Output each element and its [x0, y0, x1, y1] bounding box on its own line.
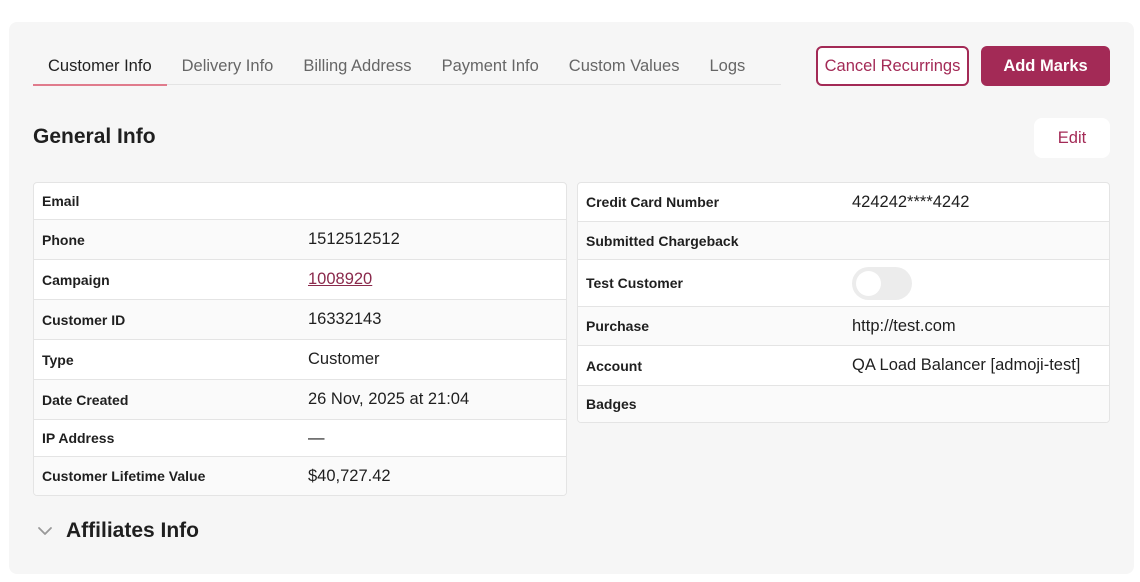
campaign-label: Campaign [42, 271, 110, 288]
phone-value: 1512512512 [308, 230, 400, 248]
info-row-phone: Phone 1512512512 [34, 220, 566, 260]
date-created-value: 26 Nov, 2025 at 21:04 [308, 390, 470, 408]
info-row-test-customer: Test Customer [578, 260, 1109, 307]
toggle-knob [856, 270, 881, 296]
tab-delivery-info[interactable]: Delivery Info [167, 42, 289, 85]
info-row-credit-card: Credit Card Number 424242****4242 [578, 183, 1109, 222]
info-row-purchase: Purchase http://test.com [578, 307, 1109, 346]
lifetime-value-value: $40,727.42 [308, 466, 391, 485]
submitted-chargeback-label: Submitted Chargeback [586, 232, 739, 249]
ip-address-value: — [308, 428, 325, 447]
add-marks-button[interactable]: Add Marks [981, 46, 1110, 86]
badges-label: Badges [586, 396, 637, 412]
chevron-down-icon [38, 527, 52, 535]
tab-customer-info[interactable]: Customer Info [33, 42, 167, 86]
general-info-title: General Info [33, 125, 156, 148]
customer-id-label: Customer ID [42, 311, 126, 328]
customer-id-value: 16332143 [308, 310, 382, 328]
info-row-lifetime-value: Customer Lifetime Value $40,727.42 [34, 457, 566, 495]
account-value: QA Load Balancer [admoji-test] [852, 356, 1081, 374]
general-info-left-table: Email Phone 1512512512 Campaign 1008920 … [33, 182, 567, 496]
affiliates-info-title: Affiliates Info [66, 519, 200, 542]
type-label: Type [42, 351, 74, 368]
phone-label: Phone [42, 231, 85, 248]
purchase-label: Purchase [586, 318, 650, 334]
type-value: Customer [308, 350, 380, 368]
test-customer-label: Test Customer [586, 275, 683, 291]
campaign-link[interactable]: 1008920 [308, 270, 372, 289]
info-row-type: Type Customer [34, 340, 566, 380]
credit-card-label: Credit Card Number [586, 194, 720, 210]
account-label: Account [586, 357, 642, 374]
tab-custom-values[interactable]: Custom Values [554, 42, 695, 85]
tab-billing-address[interactable]: Billing Address [288, 42, 426, 85]
affiliates-info-toggle[interactable]: Affiliates Info [35, 519, 199, 543]
credit-card-value: 424242****4242 [852, 192, 970, 211]
info-row-customer-id: Customer ID 16332143 [34, 300, 566, 340]
purchase-value: http://test.com [852, 316, 956, 335]
edit-button[interactable]: Edit [1034, 118, 1110, 158]
cancel-recurrings-button[interactable]: Cancel Recurrings [816, 46, 969, 86]
date-created-label: Date Created [42, 391, 129, 408]
info-row-date-created: Date Created 26 Nov, 2025 at 21:04 [34, 380, 566, 420]
info-row-badges: Badges [578, 386, 1109, 422]
lifetime-value-label: Customer Lifetime Value [42, 468, 206, 484]
ip-address-label: IP Address [42, 430, 115, 446]
customer-panel: Customer Info Delivery Info Billing Addr… [9, 22, 1134, 574]
tab-logs[interactable]: Logs [694, 42, 760, 85]
general-info-right-table: Credit Card Number 424242****4242 Submit… [577, 182, 1110, 423]
info-row-submitted-chargeback: Submitted Chargeback [578, 222, 1109, 260]
email-label: Email [42, 193, 80, 209]
tab-payment-info[interactable]: Payment Info [427, 42, 554, 85]
info-row-email: Email [34, 183, 566, 220]
info-row-ip-address: IP Address — [34, 420, 566, 457]
test-customer-toggle[interactable] [852, 266, 912, 300]
info-row-account: Account QA Load Balancer [admoji-test] [578, 346, 1109, 386]
info-row-campaign: Campaign 1008920 [34, 260, 566, 300]
tab-bar: Customer Info Delivery Info Billing Addr… [33, 42, 781, 86]
